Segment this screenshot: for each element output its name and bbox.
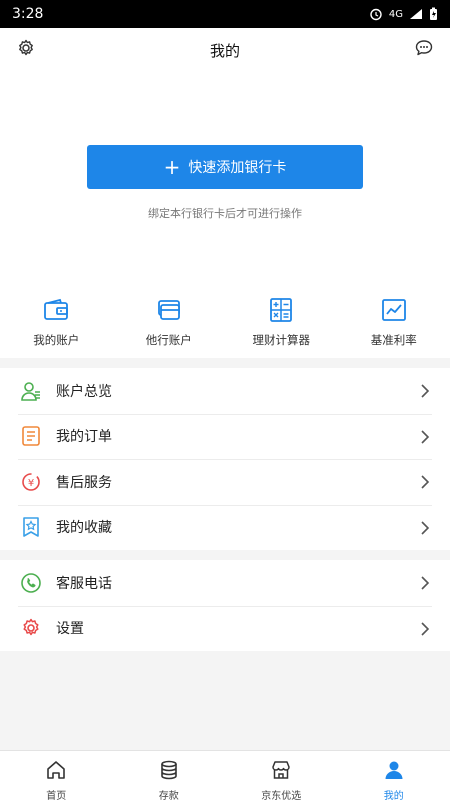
chevron-right-icon xyxy=(420,621,430,640)
menu-label: 我的收藏 xyxy=(56,520,112,537)
tab-label: 存款 xyxy=(158,791,179,800)
message-button[interactable] xyxy=(412,38,436,62)
quick-my-account[interactable]: 我的账户 xyxy=(0,282,113,358)
menu-label: 客服电话 xyxy=(56,575,112,592)
deposit-stack-icon xyxy=(158,759,180,785)
add-bank-card-button[interactable]: + 快速添加银行卡 xyxy=(87,145,363,189)
quick-benchmark-rate[interactable]: 基准利率 xyxy=(338,282,450,358)
quick-calculator[interactable]: 理财计算器 xyxy=(225,282,338,358)
menu-account-overview[interactable]: 账户总览 xyxy=(0,368,450,414)
chevron-right-icon xyxy=(420,474,430,493)
network-type: 4G xyxy=(388,8,403,20)
chevron-right-icon xyxy=(420,520,430,539)
order-icon xyxy=(20,425,42,447)
menu-favorites[interactable]: 我的收藏 xyxy=(0,504,450,551)
quick-label: 他行账户 xyxy=(145,333,192,347)
chat-bubble-icon xyxy=(414,38,434,62)
settings-gear-icon xyxy=(20,617,42,639)
top-nav-bar: 我的 xyxy=(0,28,450,72)
status-time: 3:28 xyxy=(12,6,44,22)
add-card-section: + 快速添加银行卡 绑定本行银行卡后才可进行操作 xyxy=(0,72,450,282)
tab-home[interactable]: 首页 xyxy=(0,751,113,800)
tab-deposit[interactable]: 存款 xyxy=(113,751,226,800)
status-bar: 3:28 4G xyxy=(0,0,450,28)
gear-icon xyxy=(16,38,36,62)
page-title: 我的 xyxy=(209,41,240,60)
bind-card-hint: 绑定本行银行卡后才可进行操作 xyxy=(148,207,302,220)
tab-label: 首页 xyxy=(46,791,67,800)
trend-chart-icon xyxy=(381,298,407,326)
menu-label: 账户总览 xyxy=(56,383,112,400)
tab-mine[interactable]: 我的 xyxy=(338,751,450,800)
menu-label: 设置 xyxy=(56,621,84,638)
chevron-right-icon xyxy=(420,575,430,594)
tab-label: 京东优选 xyxy=(261,791,302,800)
signal-icon xyxy=(409,8,423,20)
quick-other-bank-account[interactable]: 他行账户 xyxy=(113,282,226,358)
chevron-right-icon xyxy=(420,383,430,402)
person-icon xyxy=(20,380,42,402)
alarm-icon xyxy=(369,7,383,21)
shop-icon xyxy=(270,759,292,785)
menu-after-sales[interactable]: ¥ 售后服务 xyxy=(0,459,450,505)
quick-label: 基准利率 xyxy=(370,333,417,347)
menu-customer-phone[interactable]: 客服电话 xyxy=(0,560,450,606)
menu-my-orders[interactable]: 我的订单 xyxy=(0,413,450,460)
star-bookmark-icon xyxy=(20,516,42,538)
menu-label: 售后服务 xyxy=(56,474,112,491)
status-icons: 4G xyxy=(369,7,438,21)
wallet-icon xyxy=(43,298,69,326)
home-icon xyxy=(45,759,67,785)
settings-button[interactable] xyxy=(14,38,38,62)
menu-group-support: 客服电话 设置 xyxy=(0,560,450,651)
menu-settings[interactable]: 设置 xyxy=(0,605,450,652)
quick-label: 我的账户 xyxy=(33,333,80,347)
plus-icon: + xyxy=(163,155,181,179)
menu-label: 我的订单 xyxy=(56,429,112,446)
chevron-right-icon xyxy=(420,429,430,448)
calculator-icon xyxy=(268,298,294,326)
tab-jd-select[interactable]: 京东优选 xyxy=(225,751,338,800)
battery-icon xyxy=(429,7,438,21)
phone-icon xyxy=(20,572,42,594)
tab-label: 我的 xyxy=(383,791,404,800)
service-icon: ¥ xyxy=(20,471,42,493)
add-card-label: 快速添加银行卡 xyxy=(188,160,287,176)
cards-icon xyxy=(156,298,182,326)
menu-group-account: 账户总览 我的订单 ¥ 售后服务 我的收藏 xyxy=(0,368,450,550)
quick-label: 理财计算器 xyxy=(252,333,311,347)
svg-text:¥: ¥ xyxy=(28,478,34,489)
quick-actions: 我的账户 他行账户 理财计算器 基准利率 xyxy=(0,282,450,358)
bottom-tab-bar: 首页 存款 京东优选 我的 xyxy=(0,750,450,800)
user-icon xyxy=(383,759,405,785)
